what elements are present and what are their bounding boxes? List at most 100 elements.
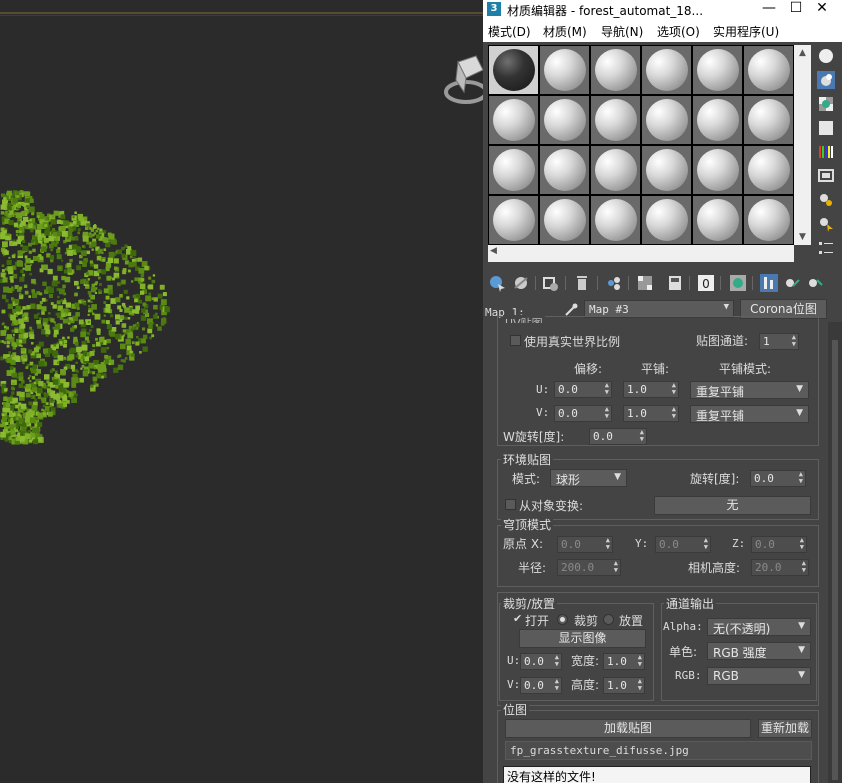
map-channel-spinner[interactable]: 1 ▲ ▼ — [759, 333, 799, 350]
alpha-dropdown[interactable]: 无(不透明) ▼ — [707, 618, 811, 636]
crop-u-spinner[interactable]: 0.0 ▲ ▼ — [520, 653, 562, 670]
view-cube-icon[interactable] — [436, 52, 483, 112]
sample-slot[interactable] — [489, 146, 538, 194]
crop-height-spinner[interactable]: 1.0 ▲ ▼ — [603, 677, 645, 694]
assign-to-selection-icon[interactable] — [541, 274, 559, 292]
sample-slot[interactable] — [642, 46, 691, 94]
object-pick-button[interactable]: 无 — [654, 496, 811, 515]
menu-material[interactable]: 材质(M) — [543, 23, 587, 40]
menu-options[interactable]: 选项(O) — [657, 23, 700, 40]
origin-y-spinner[interactable]: 0.0 ▲ ▼ — [655, 536, 711, 553]
show-shaded-icon[interactable]: 0 — [697, 274, 715, 292]
go-forward-sibling-icon[interactable] — [783, 274, 801, 292]
sample-slot[interactable] — [489, 96, 538, 144]
sample-slot[interactable] — [489, 46, 538, 94]
backlight-icon[interactable] — [817, 71, 835, 89]
material-map-navigator-icon[interactable] — [817, 239, 835, 257]
uv-tiling-icon[interactable] — [817, 119, 835, 137]
env-rotation-spinner[interactable]: 0.0 ▲ ▼ — [750, 470, 806, 487]
u-tile-mode-dropdown[interactable]: 重复平铺 ▼ — [690, 381, 809, 399]
options-icon[interactable] — [817, 191, 835, 209]
scroll-left-icon[interactable]: ◀ — [490, 246, 497, 256]
maximize-button[interactable]: ☐ — [783, 0, 809, 19]
reload-button[interactable]: 重新加载 — [758, 719, 812, 738]
mono-dropdown[interactable]: RGB 强度 ▼ — [707, 642, 811, 660]
material-sphere-preview — [595, 49, 637, 91]
sample-type-icon[interactable] — [817, 47, 835, 65]
place-radio[interactable] — [603, 614, 614, 625]
origin-z-spinner[interactable]: 0.0 ▲ ▼ — [751, 536, 807, 553]
navigate-down-icon[interactable] — [806, 274, 824, 292]
crop-v-spinner[interactable]: 0.0 ▲ ▼ — [520, 677, 562, 694]
rgb-dropdown[interactable]: RGB ▼ — [707, 667, 811, 685]
slots-horizontal-scrollbar[interactable]: ◀ — [488, 245, 794, 262]
viewport[interactable] — [0, 0, 483, 783]
sample-slot[interactable] — [693, 46, 742, 94]
v-tiling-spinner[interactable]: 1.0 ▲ ▼ — [623, 405, 679, 422]
rollout-scroll-thumb[interactable] — [832, 340, 838, 780]
title-bar[interactable]: 3 材质编辑器 - forest_automat_18... — ☐ ✕ — [483, 0, 842, 19]
make-unique-icon[interactable] — [604, 274, 622, 292]
material-toolbar: 0 — [483, 270, 842, 296]
real-world-scale-checkbox[interactable] — [510, 335, 521, 346]
menu-modes[interactable]: 模式(D) — [488, 23, 531, 40]
u-tiling-spinner[interactable]: 1.0 ▲ ▼ — [623, 381, 679, 398]
sample-slot[interactable] — [540, 46, 589, 94]
env-rotation-label: 旋转[度]: — [690, 472, 740, 486]
v-offset-spinner[interactable]: 0.0 ▲ ▼ — [554, 405, 612, 422]
crop-radio[interactable] — [557, 614, 568, 625]
u-offset-value: 0.0 — [558, 383, 578, 396]
scroll-up-icon[interactable]: ▲ — [794, 45, 811, 61]
menu-navigation[interactable]: 导航(N) — [601, 23, 643, 40]
select-by-material-icon[interactable] — [817, 215, 835, 233]
make-preview-icon[interactable] — [817, 167, 835, 185]
sample-slot[interactable] — [693, 96, 742, 144]
u-offset-spinner[interactable]: 0.0 ▲ ▼ — [554, 381, 612, 398]
sample-slot[interactable] — [540, 146, 589, 194]
rollout-scrollbar[interactable] — [828, 322, 842, 783]
material-id-channel-icon[interactable] — [666, 274, 684, 292]
env-mode-dropdown[interactable]: 球形 ▼ — [550, 469, 627, 487]
sample-slot[interactable] — [540, 196, 589, 244]
crop-width-spinner[interactable]: 1.0 ▲ ▼ — [603, 653, 645, 670]
crop-apply-checkmark-icon[interactable]: ✔ — [513, 612, 522, 625]
sample-slot[interactable] — [744, 46, 793, 94]
sample-slot[interactable] — [642, 146, 691, 194]
get-material-icon[interactable] — [488, 274, 506, 292]
reset-map-icon[interactable] — [573, 274, 591, 292]
put-to-library-icon[interactable] — [636, 274, 654, 292]
close-button[interactable]: ✕ — [809, 0, 835, 19]
show-end-result-icon[interactable] — [729, 274, 747, 292]
from-object-checkbox[interactable] — [505, 499, 516, 510]
w-rotation-spinner[interactable]: 0.0 ▲ ▼ — [589, 428, 647, 445]
sample-slot[interactable] — [540, 96, 589, 144]
video-check-icon[interactable] — [817, 143, 835, 161]
sample-slot[interactable] — [693, 146, 742, 194]
go-to-parent-icon[interactable] — [760, 274, 778, 292]
sample-slot[interactable] — [591, 46, 640, 94]
v-tile-mode-dropdown[interactable]: 重复平铺 ▼ — [690, 405, 809, 423]
radius-spinner[interactable]: 200.0 ▲ ▼ — [557, 559, 621, 576]
menu-utilities[interactable]: 实用程序(U) — [713, 23, 779, 40]
sample-slot[interactable] — [744, 96, 793, 144]
background-icon[interactable] — [817, 95, 835, 113]
sample-slot[interactable] — [642, 96, 691, 144]
origin-x-spinner[interactable]: 0.0 ▲ ▼ — [557, 536, 613, 553]
sample-slot[interactable] — [693, 196, 742, 244]
material-sphere-preview — [493, 199, 535, 241]
sample-slot[interactable] — [591, 196, 640, 244]
scroll-down-icon[interactable]: ▼ — [794, 229, 811, 245]
chevron-down-icon: ▼ — [796, 384, 803, 394]
sample-slot[interactable] — [591, 96, 640, 144]
put-to-scene-icon[interactable] — [512, 274, 530, 292]
sample-slot[interactable] — [744, 196, 793, 244]
minimize-button[interactable]: — — [756, 0, 782, 19]
camera-height-spinner[interactable]: 20.0 ▲ ▼ — [751, 559, 809, 576]
load-map-button[interactable]: 加载贴图 — [505, 719, 751, 738]
sample-slot[interactable] — [642, 196, 691, 244]
view-image-button[interactable]: 显示图像 — [519, 629, 646, 648]
sample-slot[interactable] — [744, 146, 793, 194]
sample-slot[interactable] — [489, 196, 538, 244]
sample-slot[interactable] — [591, 146, 640, 194]
slots-vertical-scrollbar[interactable]: ▲ ▼ — [794, 45, 811, 245]
